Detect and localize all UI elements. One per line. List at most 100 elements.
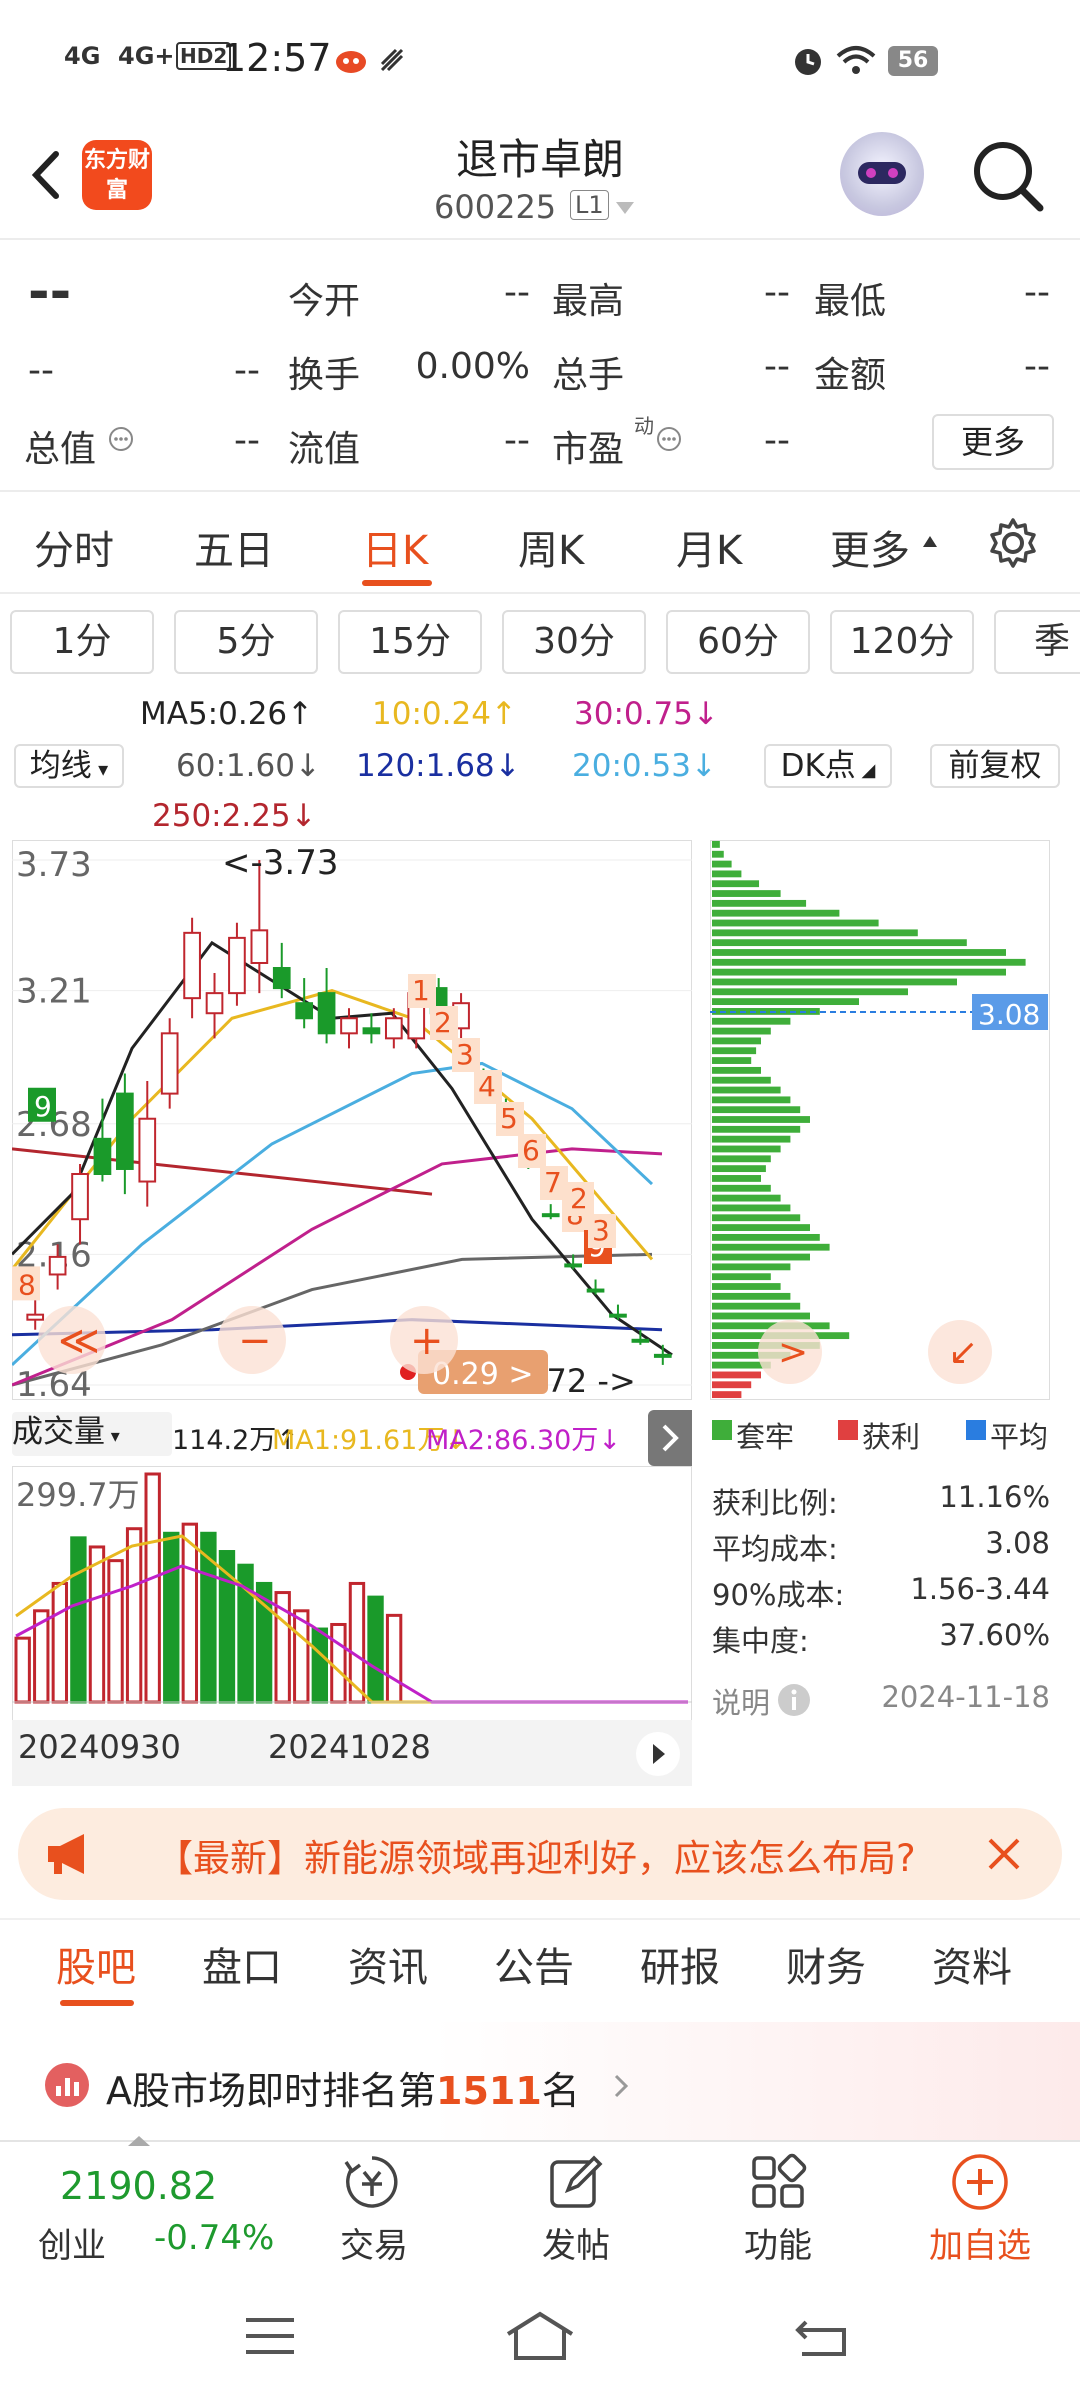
explain-label[interactable]: 说明 [712,1680,770,1722]
average-price-tag: 3.08 [978,998,1040,1031]
distribution-bar [712,958,1026,966]
tab-forum[interactable]: 股吧 [56,1935,136,1993]
expand-panel-button[interactable] [648,1410,692,1466]
volume-selector[interactable]: 成交量 ▾ [12,1412,172,1456]
tab-five-day[interactable]: 五日 [194,518,274,576]
distribution-bar [712,1204,791,1212]
distribution-bar [712,890,781,897]
caret-up-icon[interactable] [126,2134,152,2148]
settings-gear-icon[interactable] [986,516,1040,570]
megaphone-icon [48,1834,84,1874]
price-change: -- [28,350,54,391]
distribution-bar [712,1116,810,1123]
function-label[interactable]: 功能 [698,2218,858,2267]
distribution-bar [712,1017,791,1025]
menu-icon[interactable] [242,2314,298,2358]
scroll-right-button[interactable] [636,1732,680,1776]
period-15min-button[interactable]: 15分 [338,610,482,674]
tab-intraday[interactable]: 分时 [34,518,114,576]
distribution-bar [712,1135,791,1143]
legend-average-swatch [966,1420,986,1440]
trade-label[interactable]: 交易 [294,2218,454,2267]
index-value[interactable]: 2190.82 [60,2164,217,2208]
back-icon[interactable] [20,140,80,210]
distribution-bar [712,929,918,937]
volume-selector-label: 成交量 [12,1414,105,1450]
tab-profile[interactable]: 资料 [932,1935,1012,1993]
period-60min-button[interactable]: 60分 [666,610,810,674]
level-badge[interactable]: L1 [570,190,609,220]
add-watchlist-icon[interactable] [950,2152,1010,2212]
chevron-down-icon[interactable] [614,200,636,216]
indicator-selector[interactable]: 均线 ▾ [14,744,124,788]
tab-news[interactable]: 资讯 [348,1935,428,1993]
tab-weekly-k[interactable]: 周K [518,518,584,576]
more-quote-button[interactable]: 更多 [932,414,1054,470]
header-divider [0,238,1080,240]
close-icon[interactable] [982,1832,1026,1876]
trade-icon[interactable] [342,2152,402,2212]
distribution-bar [712,1066,761,1074]
tab-daily-k[interactable]: 日K [362,518,428,576]
y-tick-label: 3.21 [16,972,92,1012]
period-120min-button[interactable]: 120分 [830,610,974,674]
home-icon[interactable] [504,2310,576,2362]
kline-chart[interactable]: 3.733.212.682.161.648912345678923<-3.731… [10,839,693,1405]
status-bar: 4G 4G+ HD2 12:57 56 [0,0,1080,118]
ranking-row[interactable]: A股市场即时排名第1511名 [0,2022,1080,2140]
distribution-bar [712,1283,781,1290]
volume-value: -- [764,346,790,387]
tab-announcements[interactable]: 公告 [494,1935,574,1993]
tab-orderbook[interactable]: 盘口 [202,1935,282,1993]
news-text[interactable]: 【最新】新能源领域再迎利好，应该怎么布局? [156,1828,916,1882]
candle-body [48,1255,67,1276]
tab-monthly-k[interactable]: 月K [676,518,742,576]
cost90-value: 1.56-3.44 [910,1572,1050,1606]
distribution-bar [712,899,807,907]
low-label: 最低 [814,281,887,322]
news-banner[interactable]: 【最新】新能源领域再迎利好，应该怎么布局? [18,1808,1062,1900]
tab-more[interactable]: 更多 [830,518,910,576]
distribution-bar [712,1047,757,1055]
distribution-bar [712,880,760,888]
info-icon[interactable] [108,426,134,452]
zoom-control-icon: + [410,1318,444,1364]
tab-financials[interactable]: 财务 [786,1935,866,1993]
td-marker: 5 [500,1102,518,1135]
adjust-mode-button[interactable]: 前复权 [930,744,1060,788]
post-icon[interactable] [546,2152,606,2212]
info-circle-icon[interactable] [776,1682,812,1718]
function-grid-icon[interactable] [748,2152,808,2212]
search-icon[interactable] [970,138,1046,214]
dist-control-icon: ↙ [948,1332,978,1373]
candle-body [116,1092,134,1170]
legend-profit: 获利 [862,1420,921,1454]
period-30min-button[interactable]: 30分 [502,610,646,674]
tab-research[interactable]: 研报 [640,1935,720,1993]
distribution-bar [712,968,1006,976]
distribution-bar [712,1125,801,1133]
market-cap-label: 总值 [24,429,97,470]
volume-bar [367,1595,384,1704]
td-marker: 3 [592,1214,610,1247]
chip-distribution-chart[interactable]: 3.08 > ↙ [709,839,1051,1401]
volume-bar [144,1472,161,1704]
back-nav-icon[interactable] [792,2314,852,2358]
pe-value: -- [764,420,790,461]
post-label[interactable]: 发帖 [496,2218,656,2267]
td-marker: 7 [544,1166,562,1199]
period-1min-button[interactable]: 1分 [10,610,154,674]
ranking-number: 1511 [436,2069,542,2113]
add-watchlist-label[interactable]: 加自选 [900,2218,1060,2267]
info-icon[interactable] [656,426,682,452]
volume-ma2: MA2:86.30万↓ [426,1425,621,1456]
notification-send-icon [380,48,404,72]
quote-divider [0,490,1080,492]
dk-point-button[interactable]: DK点 ◢ [764,744,892,788]
distribution-bar [712,998,859,1006]
candle-body [71,1172,89,1221]
period-5min-button[interactable]: 5分 [174,610,318,674]
date-end: 20241028 [268,1728,431,1766]
period-quarter-button[interactable]: 季 [994,610,1080,674]
assistant-robot-avatar[interactable] [840,132,924,216]
